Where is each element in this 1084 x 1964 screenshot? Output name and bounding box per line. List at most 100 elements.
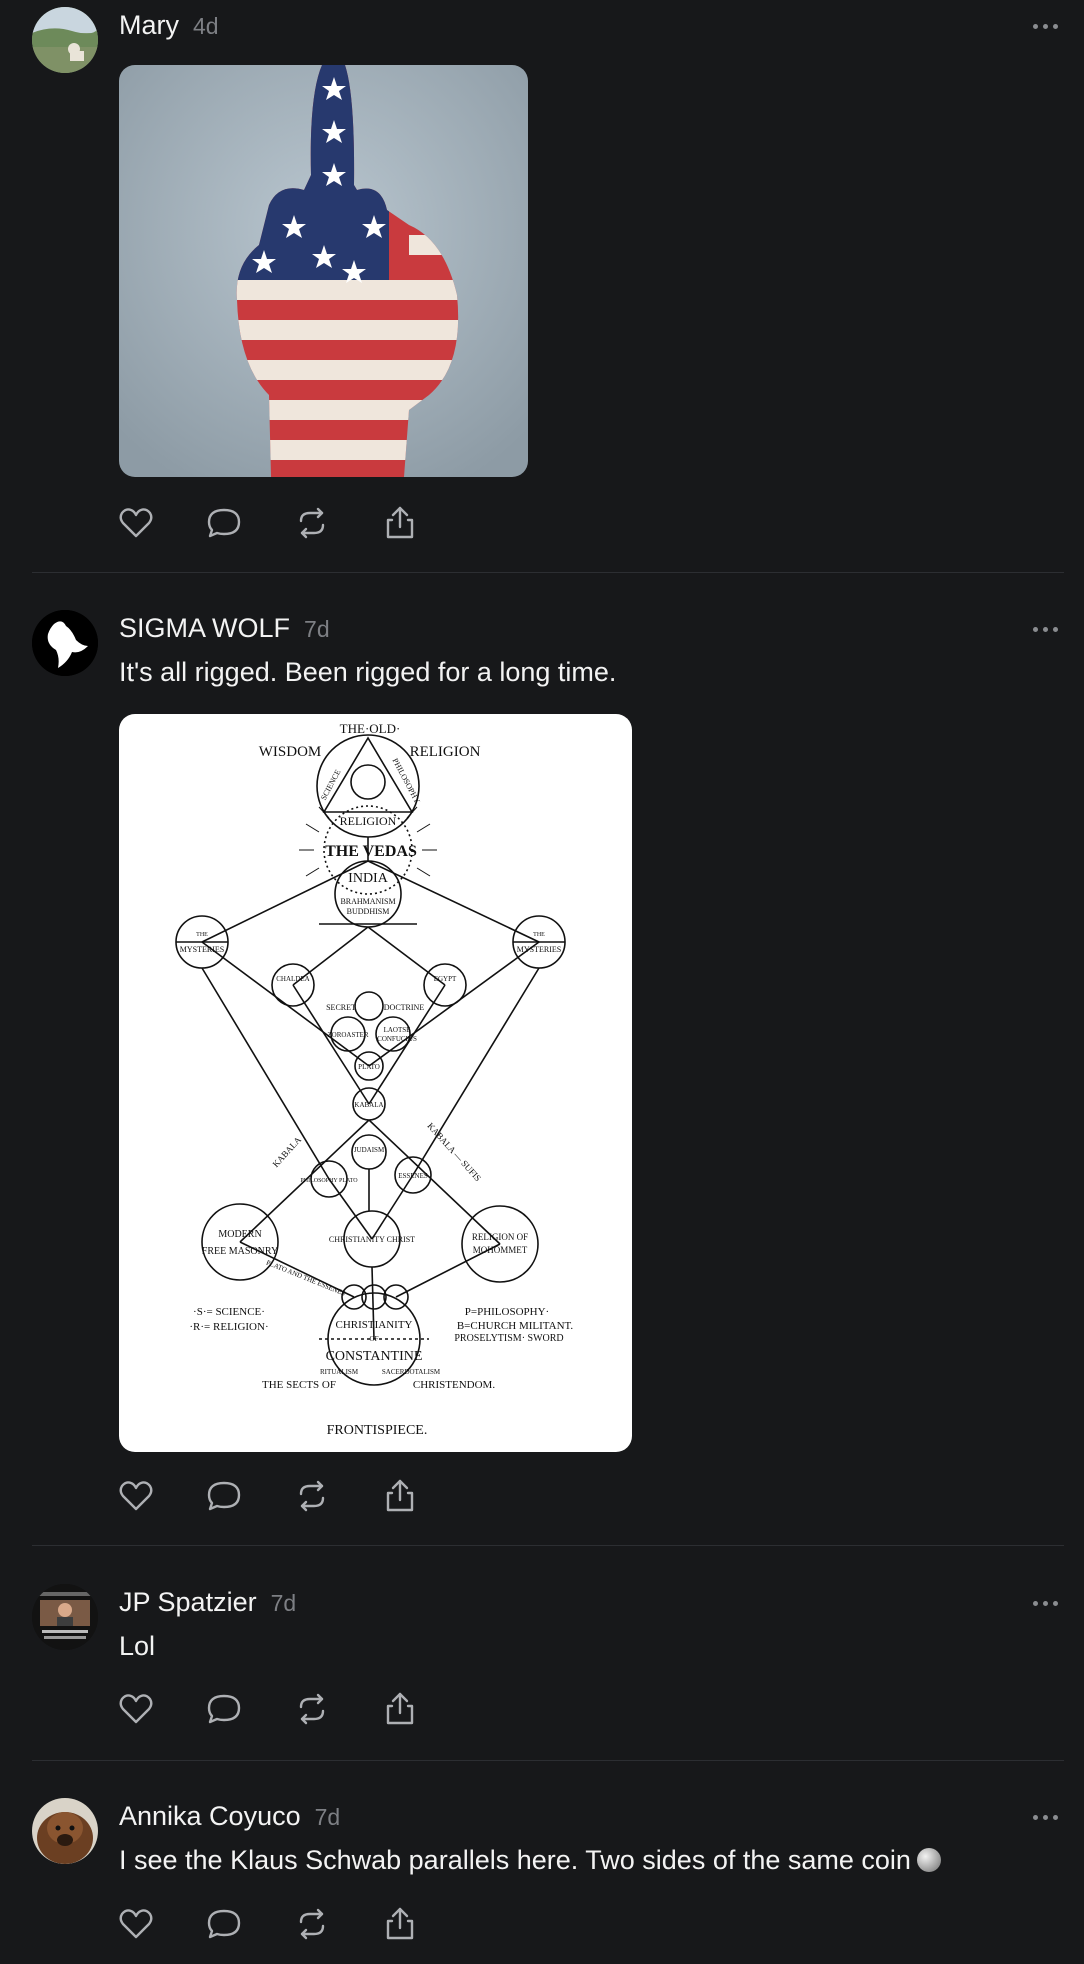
diagram-label: DOCTRINE [384,1003,425,1012]
diagram-label: KABALA — SUFIS [425,1121,483,1183]
diagram-label: BRAHMANISM [340,897,395,906]
diagram-label: BUDDHISM [347,907,390,916]
post-image[interactable] [119,65,528,477]
diagram-label: INDIA [348,871,389,886]
author-label[interactable]: JP Spatzier [119,1587,257,1617]
post-jp-spatzier: JP Spatzier 7d Lol [0,1547,1084,1761]
diagram-label: CHRISTIANITY CHRIST [329,1235,415,1244]
diagram-label: FREE MASONRY [202,1246,278,1257]
heart-icon[interactable] [118,505,154,541]
diagram-label: SACERDOTALISM [382,1368,441,1376]
post-image[interactable]: THE·OLD· WISDOM RELIGION RELIGION THE VE… [119,714,632,1452]
flag-hand-image [119,65,528,477]
repost-icon[interactable] [294,505,330,541]
author-name[interactable]: SIGMA WOLF 7d [119,613,330,644]
post-actions [118,1906,438,1942]
share-icon[interactable] [382,1906,418,1942]
diagram-label: CHALDEA [276,975,309,983]
post-time: 7d [304,616,330,642]
diagram-label: RELIGION [340,814,397,828]
coin-emoji-icon [916,1848,941,1872]
post-time: 4d [193,13,219,39]
diagram-label: CONFUCIUS [377,1035,417,1043]
post-text: Lol [119,1631,156,1661]
share-icon[interactable] [382,1691,418,1727]
diagram-label: LAOTSE [384,1026,411,1034]
diagram-label: RELIGION OF [472,1232,528,1242]
frontispiece-diagram: THE·OLD· WISDOM RELIGION RELIGION THE VE… [175,721,574,1438]
diagram-caption: FRONTISPIECE. [327,1423,428,1438]
share-icon[interactable] [382,505,418,541]
author-label[interactable]: SIGMA WOLF [119,613,290,643]
more-icon[interactable] [1031,1812,1061,1822]
diagram-label: MOHOMMET [473,1245,528,1255]
repost-icon[interactable] [294,1478,330,1514]
diagram-label: ·R·= RELIGION· [189,1321,268,1333]
post-actions [118,505,438,541]
diagram-label: ·S·= SCIENCE· [193,1306,265,1318]
diagram-label: SCIENCE [319,768,343,802]
avatar[interactable] [32,7,98,73]
diagram-label: B=CHURCH MILITANT. [457,1320,574,1332]
post-annika-coyuco: Annika Coyuco 7d I see the Klaus Schwab p… [0,1761,1084,1964]
post-text: I see the Klaus Schwab parallels here. T… [119,1845,941,1876]
diagram-label: THE [533,932,545,938]
more-icon[interactable] [1031,21,1061,31]
more-icon[interactable] [1031,624,1061,634]
diagram-label: ESSENES [398,1172,428,1180]
comment-icon[interactable] [206,1906,242,1942]
comment-icon[interactable] [206,505,242,541]
diagram-label: SECRET [326,1003,356,1012]
post-actions [118,1478,438,1514]
post-text-content: I see the Klaus Schwab parallels here. T… [119,1845,911,1875]
post-time: 7d [314,1804,341,1830]
diagram-label: THE VEDAS [325,843,417,860]
avatar[interactable] [32,610,98,676]
diagram-label: MODERN [218,1229,261,1240]
post-time: 7d [270,1590,297,1616]
diagram-label: MYSTERIES [180,945,224,954]
diagram-label: CHRISTENDOM. [413,1379,495,1391]
diagram-label: KABALA [354,1101,383,1109]
more-icon[interactable] [1031,1598,1061,1608]
diagram-label: THE [196,932,208,938]
share-icon[interactable] [382,1478,418,1514]
diagram-label: RELIGION [410,744,481,760]
diagram-label: PLATO AND THE ESSENES [265,1259,347,1298]
diagram-label: CHRISTIANITY [336,1319,413,1331]
post-text: It's all rigged. Been rigged for a long … [119,657,617,687]
heart-icon[interactable] [118,1478,154,1514]
author-name[interactable]: Mary 4d [119,10,219,41]
diagram-label: PROSELYTISM· SWORD [454,1333,563,1344]
diagram-label: WISDOM [259,744,322,760]
repost-icon[interactable] [294,1691,330,1727]
diagram-label: MYSTERIES [517,945,561,954]
comment-icon[interactable] [206,1691,242,1727]
comment-icon[interactable] [206,1478,242,1514]
diagram-label: THE SECTS OF [262,1379,336,1391]
diagram-label: PHILOSOPHY [391,757,422,805]
avatar[interactable] [32,1798,98,1864]
diagram-label: PHILOSOPHY PLATO [300,1178,358,1184]
diagram-label: CONSTANTINE [326,1349,423,1364]
diagram-label: OF [370,1335,379,1343]
post-actions [118,1691,438,1727]
post-mary: Mary 4d [0,0,1084,573]
author-label[interactable]: Annika Coyuco [119,1801,301,1831]
repost-icon[interactable] [294,1906,330,1942]
avatar[interactable] [32,1584,98,1650]
diagram-label: EGYPT [434,975,457,983]
heart-icon[interactable] [118,1906,154,1942]
diagram-label: PLATO [358,1063,380,1071]
diagram-label: P=PHILOSOPHY· [465,1306,549,1318]
author-name[interactable]: JP Spatzier 7d [119,1587,296,1618]
diagram-label: JUDAISM [354,1146,385,1154]
author-name[interactable]: Annika Coyuco 7d [119,1801,340,1832]
diagram-label: KABALA [271,1134,304,1169]
diagram-label: ZOROASTER [327,1031,369,1039]
post-sigma-wolf: SIGMA WOLF 7d It's all rigged. Been rigge… [0,573,1084,1547]
diagram-label: RITUALISM [320,1368,359,1376]
heart-icon[interactable] [118,1691,154,1727]
divider [32,1545,1064,1546]
author-label[interactable]: Mary [119,10,179,40]
